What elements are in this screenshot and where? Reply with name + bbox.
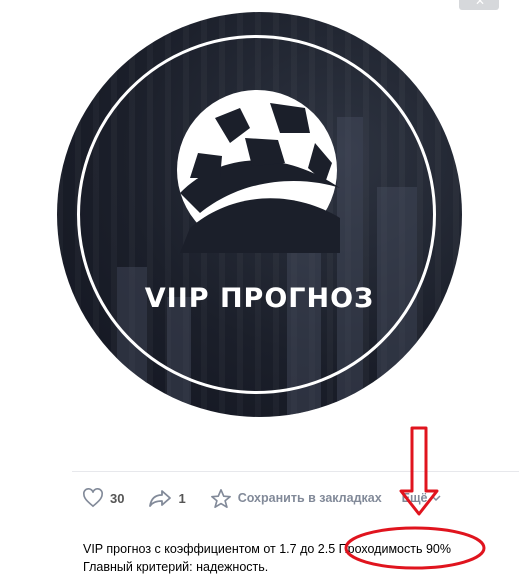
post-text-line1: VIP прогноз с коэффициентом от 1.7 до 2.…: [83, 542, 451, 556]
soccer-ball-logo-icon: [177, 90, 340, 253]
post-actions-bar: 30 1 Сохранить в закладках Ещё: [82, 486, 441, 510]
brand-logo-text: VIIP ПРОГНОЗ: [144, 283, 375, 314]
like-button[interactable]: 30: [82, 488, 124, 508]
likes-count: 30: [110, 490, 125, 506]
bookmark-label: Сохранить в закладках: [237, 491, 382, 505]
share-button[interactable]: 1: [148, 488, 186, 508]
divider: [72, 471, 519, 472]
chevron-down-icon: [430, 495, 441, 502]
bookmark-button[interactable]: Сохранить в закладках: [210, 488, 382, 509]
shares-count: 1: [178, 490, 186, 506]
heart-icon: [83, 488, 103, 508]
more-label: Ещё: [401, 491, 428, 505]
close-icon: ✕: [475, 0, 486, 8]
post-text: VIP прогноз с коэффициентом от 1.7 до 2.…: [83, 540, 451, 576]
top-corner-button[interactable]: ✕: [459, 0, 499, 10]
share-arrow-icon: [149, 490, 172, 507]
post-text-line2: Главный критерий: надежность.: [83, 560, 269, 574]
star-icon: [210, 488, 231, 508]
more-button[interactable]: Ещё: [402, 491, 441, 505]
